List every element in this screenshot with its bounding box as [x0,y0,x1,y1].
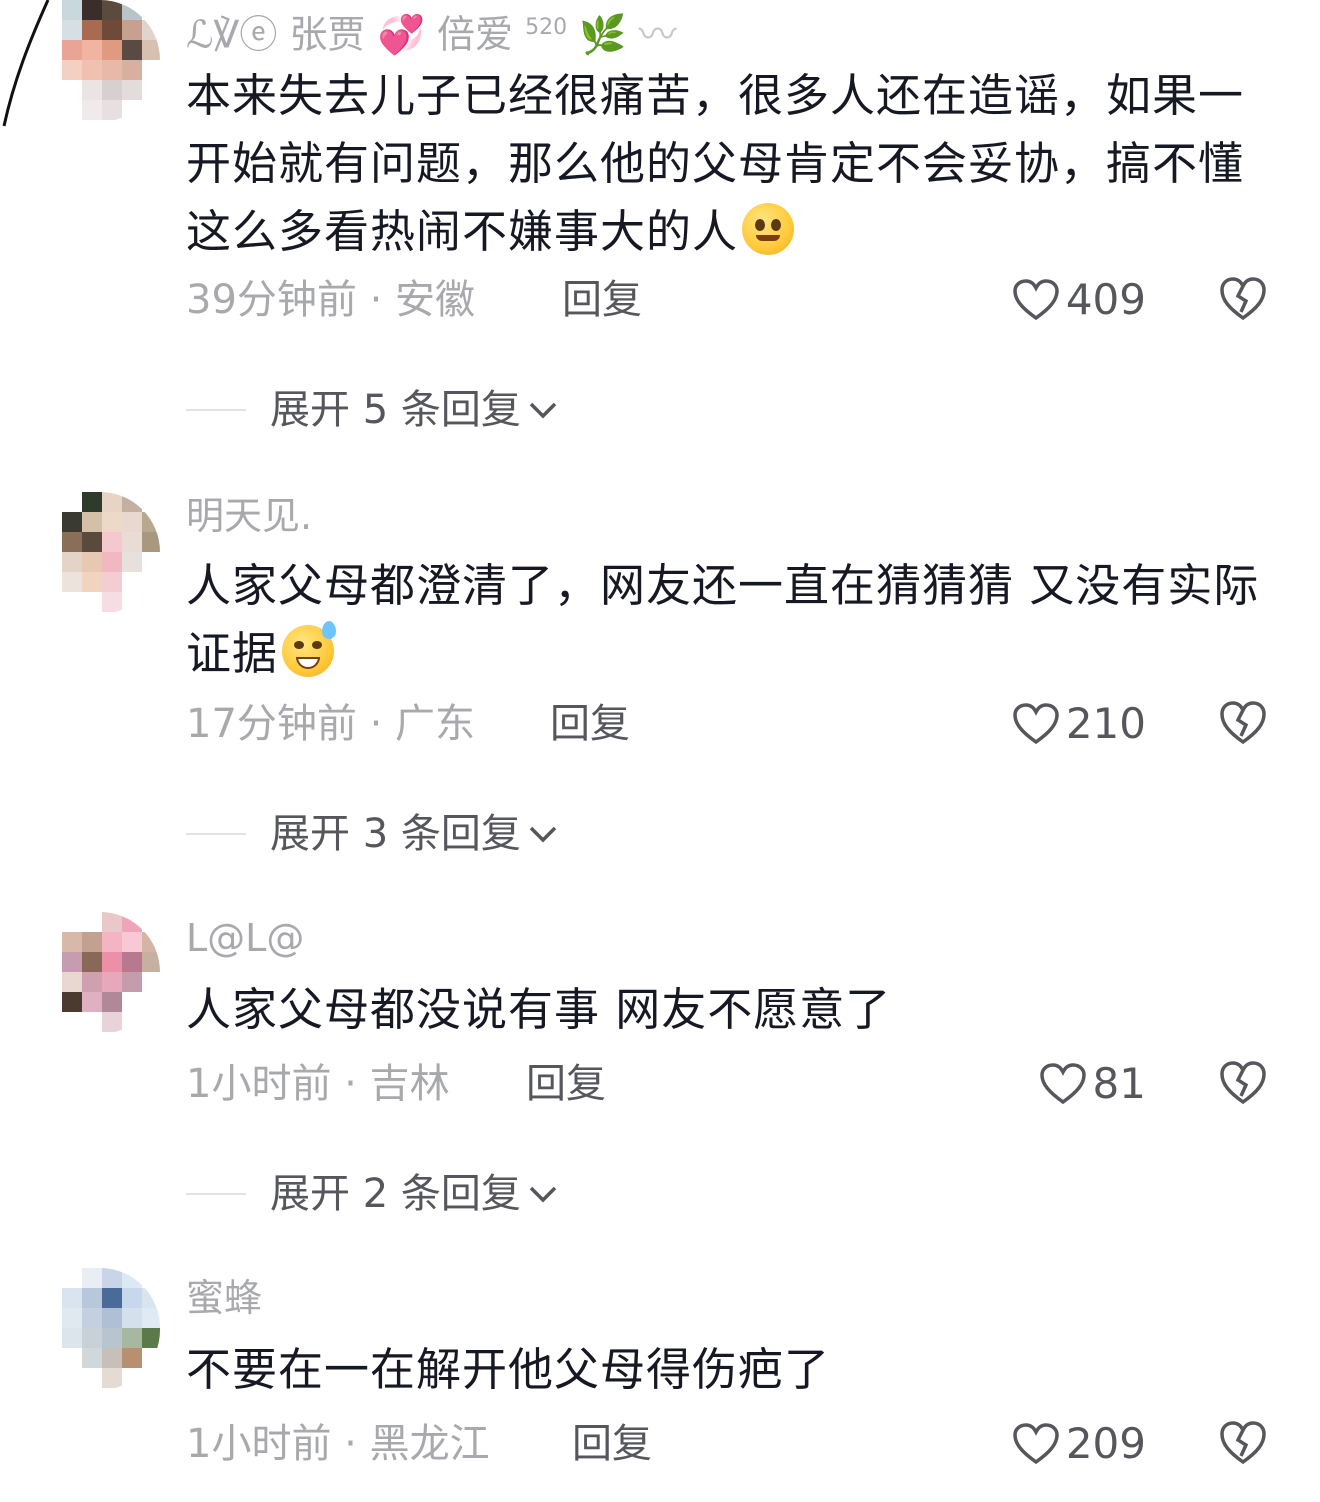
username-suffix: 倍爱 [436,12,513,57]
comment-text: 本来失去儿子已经很痛苦，很多人还在造谣，如果一开始就有问题，那么他的父母肯定不会… [186,69,1245,258]
username[interactable]: ℒ℣ⓔ 张贾 💞 倍爱 520 🌿 〰 [186,6,677,57]
dislike-icon[interactable] [1218,698,1268,746]
avatar[interactable] [62,912,160,1034]
like-button[interactable]: 209 [1012,1420,1146,1468]
comment-text: 不要在一在解开他父母得伤疤了 [186,1343,831,1396]
herb-icon: 🌿 [579,12,627,57]
like-count: 210 [1065,699,1146,748]
time-location: 39分钟前 · 安徽 [186,277,476,323]
like-count: 81 [1092,1059,1146,1108]
comment-text: 人家父母都澄清了，网友还一直在猜猜猜 又没有实际证据 [186,559,1260,680]
heart-ribbon-icon: 💞 [377,12,425,57]
expand-replies[interactable]: 展开 3 条回复 [186,810,561,858]
chevron-down-icon [529,1186,557,1203]
avatar[interactable] [62,0,160,122]
like-count: 209 [1065,1419,1146,1468]
chevron-down-icon [529,826,557,843]
expand-replies[interactable]: 展开 2 条回复 [186,1170,561,1218]
username[interactable]: 明天见. [186,494,312,538]
reply-button[interactable]: 回复 [562,276,642,324]
dislike-icon[interactable] [1218,1418,1268,1466]
time-location: 17分钟前 · 广东 [186,701,476,747]
heart-icon [1039,1063,1086,1105]
pleading-face-emoji [742,203,795,255]
dislike-icon[interactable] [1218,274,1268,322]
expand-label: 展开 2 条回复 [270,1171,521,1217]
avatar[interactable] [62,492,160,614]
like-count: 409 [1065,275,1146,324]
expand-label: 展开 5 条回复 [270,387,521,433]
expand-label: 展开 3 条回复 [270,811,521,857]
reply-button[interactable]: 回复 [550,700,630,748]
heart-icon [1013,1423,1059,1465]
username-badge: 520 [525,15,568,40]
username[interactable]: L@L@ [186,916,304,960]
like-button[interactable]: 409 [1012,276,1146,324]
avatar[interactable] [62,1268,160,1390]
divider-line [186,833,246,835]
divider-line [186,1193,246,1195]
reply-button[interactable]: 回复 [526,1060,606,1108]
comment-text: 人家父母都没说有事 网友不愿意了 [186,983,892,1036]
flourish-icon: 〰 [638,12,677,57]
time-location: 1小时前 · 吉林 [186,1061,450,1107]
time-location: 1小时前 · 黑龙江 [186,1421,490,1467]
reply-button[interactable]: 回复 [572,1420,652,1468]
chevron-down-icon [529,402,557,419]
heart-icon [1013,279,1059,321]
divider-line [186,409,246,411]
like-button[interactable]: 210 [1012,700,1146,748]
heart-icon [1013,703,1059,745]
username-text: ℒ℣ⓔ 张贾 [186,12,366,57]
username[interactable]: 蜜蜂 [186,1276,262,1320]
expand-replies[interactable]: 展开 5 条回复 [186,386,561,434]
grinning-sweat-emoji [282,621,337,677]
like-button[interactable]: 81 [1039,1060,1146,1108]
dislike-icon[interactable] [1218,1058,1268,1106]
annotation-stroke [2,0,50,127]
